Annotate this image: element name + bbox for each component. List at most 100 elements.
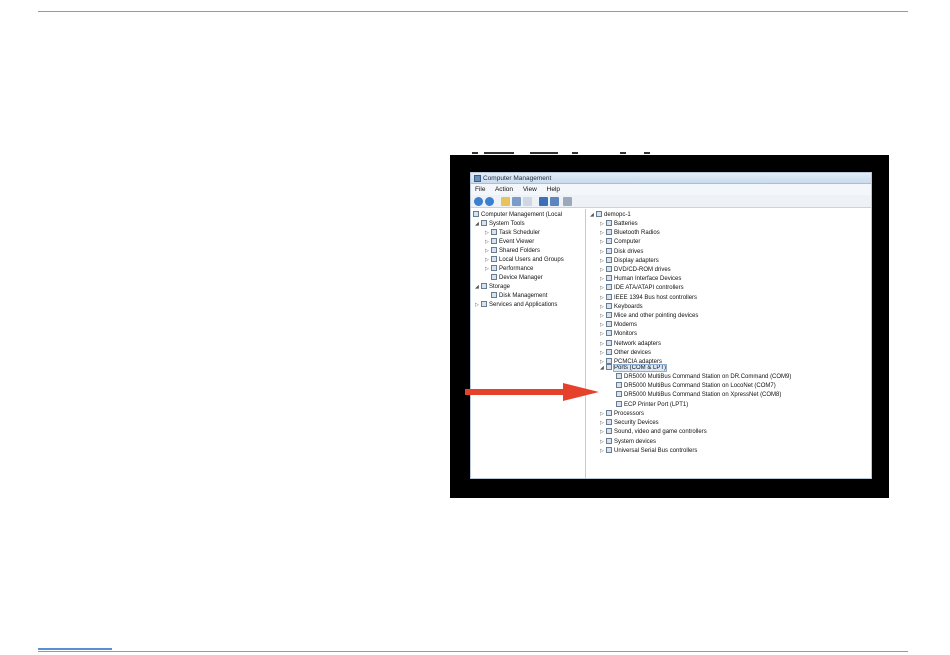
device-category-icon xyxy=(606,428,612,435)
device-item[interactable]: ▷ Human Interface Devices xyxy=(600,275,681,284)
device-category-icon xyxy=(606,275,612,282)
tree-performance[interactable]: ▷ Performance xyxy=(485,265,533,274)
menu-help[interactable]: Help xyxy=(547,186,560,193)
device-category-icon xyxy=(606,330,612,337)
device-item[interactable]: ▷ Computer xyxy=(600,238,640,247)
window-titlebar: Computer Management xyxy=(471,173,871,184)
computer-icon xyxy=(473,211,479,217)
screenshot-frame: Computer Management File Action View Hel… xyxy=(450,155,889,498)
red-arrow-pointer xyxy=(465,383,600,401)
disk-icon xyxy=(491,292,497,298)
device-item[interactable]: ▷ System devices xyxy=(600,437,656,447)
up-folder-icon[interactable] xyxy=(501,197,510,206)
device-item[interactable]: ▷ Network adapters xyxy=(600,339,661,349)
toolbar xyxy=(471,195,871,208)
device-category-icon xyxy=(606,437,612,444)
device-item[interactable]: ▷ Display adapters xyxy=(600,256,659,266)
device-item[interactable]: DR5000 MultiBus Command Station on Xpres… xyxy=(610,391,781,400)
document-page: Computer Management File Action View Hel… xyxy=(0,0,950,655)
tree-services[interactable]: ▷ Services and Applications xyxy=(475,301,557,310)
device-category-icon xyxy=(606,247,612,254)
properties-icon[interactable] xyxy=(523,197,532,206)
view-icon[interactable] xyxy=(550,197,559,206)
device-category-icon xyxy=(606,302,612,309)
device-item[interactable]: ▷ Universal Serial Bus controllers xyxy=(600,446,697,456)
device-item[interactable]: ▷ DVD/CD-ROM drives xyxy=(600,266,671,275)
device-item[interactable]: DR5000 MultiBus Command Station on LocoN… xyxy=(610,382,776,391)
device-category-icon xyxy=(606,238,612,245)
device-item[interactable]: ▷ Bluetooth Radios xyxy=(600,229,660,238)
device-item[interactable]: ▷ Modems xyxy=(600,321,637,330)
device-item[interactable]: ▷ Other devices xyxy=(600,348,651,358)
device-category-icon xyxy=(606,256,612,263)
device-ports[interactable]: ◢ Ports (COM & LPT) xyxy=(600,364,668,373)
port-device-icon xyxy=(616,373,622,379)
tree-system-tools[interactable]: ◢ System Tools xyxy=(475,220,525,229)
performance-icon xyxy=(491,265,497,271)
computer-management-window: Computer Management File Action View Hel… xyxy=(470,172,872,479)
tree-root[interactable]: Computer Management (Local xyxy=(473,211,562,220)
device-item[interactable]: ▷ Monitors xyxy=(600,330,637,339)
tree-disk-management[interactable]: Disk Management xyxy=(491,292,547,301)
header-rule xyxy=(38,11,908,12)
device-category-icon xyxy=(606,284,612,291)
device-category-icon xyxy=(606,312,612,318)
window-title: Computer Management xyxy=(483,175,552,182)
tree-device-manager[interactable]: Device Manager xyxy=(491,274,543,283)
menu-bar: File Action View Help xyxy=(471,184,871,195)
device-category-icon xyxy=(606,446,612,453)
device-item[interactable]: ▷ Sound, video and game controllers xyxy=(600,428,707,437)
device-item[interactable]: ECP Printer Port (LPT1) xyxy=(610,400,688,410)
port-device-icon xyxy=(616,382,622,389)
footer-accent-rule xyxy=(38,648,112,650)
event-viewer-icon xyxy=(491,238,497,244)
clock-icon xyxy=(491,229,497,235)
device-item[interactable]: ▷ Mice and other pointing devices xyxy=(600,312,698,321)
console-tree: Computer Management (Local ◢ System Tools… xyxy=(471,209,586,478)
menu-action[interactable]: Action xyxy=(495,186,513,193)
device-category-icon xyxy=(606,348,612,355)
device-category-icon xyxy=(606,321,612,328)
tree-local-users[interactable]: ▷ Local Users and Groups xyxy=(485,256,564,265)
device-category-icon xyxy=(606,229,612,236)
device-category-icon xyxy=(606,419,612,426)
device-category-icon xyxy=(606,293,612,300)
device-category-icon xyxy=(606,220,612,226)
device-category-icon xyxy=(606,266,612,272)
device-item[interactable]: ▷ Security Devices xyxy=(600,419,659,428)
device-item[interactable]: ▷ IDE ATA/ATAPI controllers xyxy=(600,284,684,293)
port-icon xyxy=(606,364,612,370)
forward-icon[interactable] xyxy=(485,197,494,206)
menu-view[interactable]: View xyxy=(523,186,537,193)
port-device-icon xyxy=(616,400,622,407)
tree-shared-folders[interactable]: ▷ Shared Folders xyxy=(485,247,540,256)
computer-icon xyxy=(596,211,602,217)
device-category-icon xyxy=(606,339,612,346)
device-root[interactable]: ◢ demopc-1 xyxy=(590,211,631,220)
footer-rule xyxy=(38,651,908,652)
back-icon[interactable] xyxy=(474,197,483,206)
users-icon xyxy=(491,256,497,262)
device-manager-icon xyxy=(491,274,497,280)
help-icon[interactable] xyxy=(539,197,548,206)
computer-management-icon xyxy=(474,175,481,182)
tree-task-scheduler[interactable]: ▷ Task Scheduler xyxy=(485,229,540,238)
device-item[interactable]: DR5000 MultiBus Command Station on DR.Co… xyxy=(610,373,791,382)
device-item[interactable]: ▷ Keyboards xyxy=(600,302,643,312)
device-category-icon xyxy=(606,410,612,416)
device-item[interactable]: ▷ Batteries xyxy=(600,220,638,229)
device-manager-pane: ◢ demopc-1 ▷ Batteries ▷ Bluetooth Radios ▷ Co… xyxy=(586,209,871,478)
scan-hardware-icon[interactable] xyxy=(563,197,572,206)
tools-icon xyxy=(481,220,487,226)
folder-icon xyxy=(491,247,497,253)
storage-icon xyxy=(481,283,487,289)
device-item[interactable]: ▷ IEEE 1394 Bus host controllers xyxy=(600,293,697,303)
services-icon xyxy=(481,301,487,307)
device-item[interactable]: ▷ Disk drives xyxy=(600,247,643,257)
show-hide-tree-icon[interactable] xyxy=(512,197,521,206)
device-item[interactable]: ▷ Processors xyxy=(600,410,644,419)
tree-event-viewer[interactable]: ▷ Event Viewer xyxy=(485,238,534,247)
menu-file[interactable]: File xyxy=(475,186,485,193)
tree-storage[interactable]: ◢ Storage xyxy=(475,283,510,292)
port-device-icon xyxy=(616,391,622,398)
